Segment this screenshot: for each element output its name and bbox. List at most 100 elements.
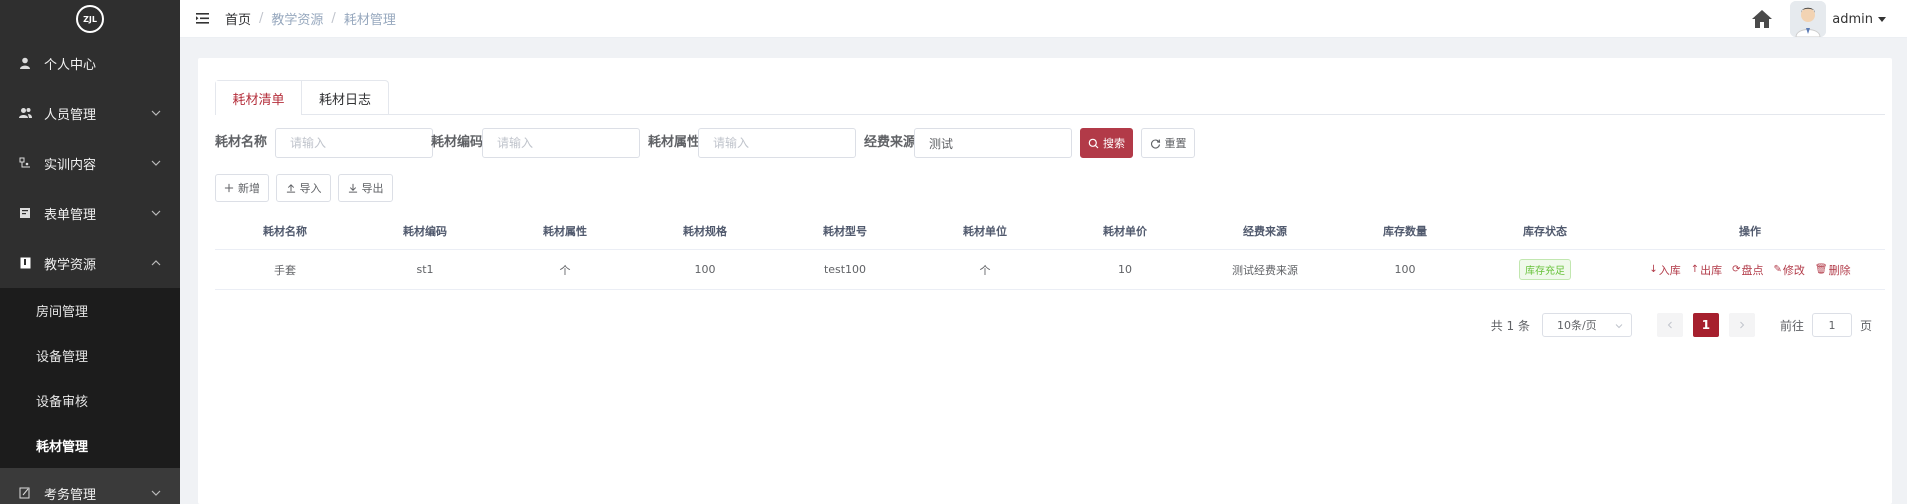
goto-prefix: 前往	[1779, 318, 1804, 333]
training-icon	[18, 156, 32, 170]
cell-name: 手套	[274, 263, 296, 277]
avatar[interactable]	[1790, 1, 1827, 37]
breadcrumb-teaching-resources[interactable]: 教学资源	[271, 9, 323, 28]
prev-page-button[interactable]	[1656, 313, 1683, 337]
chevron-up-icon	[151, 260, 161, 266]
op-label: 修改	[1782, 263, 1805, 277]
cell-spec: 100	[694, 263, 716, 276]
sidebar-item-profile[interactable]: 个人中心	[0, 38, 180, 88]
column-header: 经费来源	[1243, 224, 1287, 238]
chevron-right-icon	[1740, 321, 1745, 329]
delete-link[interactable]: 🗑 删除	[1815, 262, 1851, 278]
edit-icon: ✎	[1773, 264, 1782, 275]
column-header: 耗材型号	[823, 224, 867, 238]
filter-fund-label: 经费来源	[864, 135, 917, 150]
breadcrumb-current: 耗材管理	[343, 13, 396, 28]
edit-link[interactable]: ✎ 修改	[1774, 262, 1805, 278]
page-size-value: 10条/页	[1556, 319, 1597, 332]
table-row: 手套 st1 个 100 test100 个 10 测试经费来源 100 库存充…	[215, 250, 1885, 290]
sidebar-subitem-label: 设备审核	[36, 395, 89, 410]
caret-down-icon[interactable]	[1877, 14, 1887, 24]
goto-suffix: 页	[1859, 318, 1872, 333]
chevron-down-icon	[151, 110, 161, 116]
form-icon	[18, 206, 32, 220]
op-label: 盘点	[1741, 263, 1764, 277]
reset-button[interactable]: 重置	[1141, 128, 1195, 158]
page-number-current[interactable]: 1	[1692, 313, 1719, 337]
add-button[interactable]: 新增	[215, 174, 269, 202]
search-button[interactable]: 搜索	[1080, 128, 1133, 158]
pagination: 共 1 条 10条/页 1 前往 1 页	[1491, 313, 1872, 337]
import-button-label: 导入	[299, 182, 322, 195]
sidebar-subitem-rooms[interactable]: 房间管理	[0, 288, 180, 333]
import-button[interactable]: 导入	[276, 174, 331, 202]
column-header: 耗材名称	[263, 224, 307, 238]
book-icon	[18, 256, 32, 270]
breadcrumb-separator: /	[331, 11, 336, 26]
filter-attr-label: 耗材属性	[648, 135, 701, 150]
filter-code-input[interactable]	[482, 128, 640, 158]
column-header: 耗材规格	[683, 224, 727, 238]
username[interactable]: admin	[1832, 12, 1873, 27]
column-header: 耗材编码	[403, 224, 447, 238]
submenu-teaching-resources: 房间管理 设备管理 设备审核 耗材管理	[0, 288, 180, 468]
sidebar-subitem-consumables[interactable]: 耗材管理	[0, 423, 180, 468]
op-label: 出库	[1700, 263, 1723, 277]
sidebar-item-label: 表单管理	[44, 207, 97, 223]
tab-consumables-log[interactable]: 耗材日志	[301, 81, 388, 115]
chevron-down-icon	[151, 160, 161, 166]
cell-model: test100	[823, 263, 867, 276]
export-button[interactable]: 导出	[338, 174, 393, 202]
filter-name-input[interactable]	[275, 128, 433, 158]
filter-row: 耗材名称 耗材编码 耗材属性 经费来源 搜索 重置	[215, 128, 1885, 158]
filter-attr-input[interactable]	[698, 128, 856, 158]
main-card: 耗材清单 耗材日志 耗材名称 耗材编码 耗材属性 经费来源 搜索 重置 新增	[198, 58, 1892, 504]
exam-icon	[18, 486, 32, 500]
refresh-icon	[1150, 138, 1160, 148]
column-header: 库存数量	[1383, 224, 1427, 238]
user-icon	[18, 56, 32, 70]
cell-unit: 个	[979, 263, 991, 277]
sidebar-subitem-devices[interactable]: 设备管理	[0, 333, 180, 378]
download-icon	[348, 183, 357, 193]
add-button-label: 新增	[238, 182, 260, 195]
inventory-link[interactable]: ⟳ 盘点	[1732, 262, 1763, 278]
page-size-select[interactable]: 10条/页	[1541, 313, 1632, 337]
cell-stock: 100	[1394, 263, 1416, 276]
upload-icon	[286, 184, 295, 193]
menu-toggle-icon[interactable]	[195, 11, 211, 27]
cell-status: 库存充足	[1475, 250, 1615, 289]
stock-in-link[interactable]: ↓ 入库	[1649, 262, 1680, 278]
breadcrumb-home[interactable]: 首页	[225, 9, 251, 28]
plus-icon	[224, 183, 234, 193]
breadcrumb-separator: /	[259, 11, 264, 26]
goto-page-input[interactable]: 1	[1811, 313, 1852, 337]
sidebar: ZJL 个人中心 人员管理 实训内容 表单管理 教学资源 房间管理 设备管理 设…	[0, 0, 180, 504]
next-page-button[interactable]	[1728, 313, 1755, 337]
search-button-label: 搜索	[1103, 137, 1125, 150]
cell-attr: 个	[559, 263, 571, 277]
sidebar-item-label: 实训内容	[44, 157, 97, 173]
reset-button-label: 重置	[1164, 137, 1187, 150]
sidebar-subitem-label: 耗材管理	[36, 440, 89, 455]
tabs: 耗材清单 耗材日志	[215, 80, 1885, 116]
sidebar-item-label: 人员管理	[44, 107, 97, 123]
sidebar-subitem-device-review[interactable]: 设备审核	[0, 378, 180, 423]
search-icon	[1088, 138, 1099, 148]
tab-consumables-list[interactable]: 耗材清单	[216, 81, 301, 116]
filter-fund-input[interactable]	[914, 128, 1072, 158]
home-icon[interactable]	[1750, 7, 1774, 31]
arrow-down-icon: ↓	[1649, 264, 1658, 275]
sidebar-item-teaching-resources[interactable]: 教学资源	[0, 238, 180, 288]
breadcrumb: 首页 / 教学资源 / 耗材管理	[225, 9, 396, 28]
sidebar-item-label: 考务管理	[44, 487, 97, 503]
pagination-total: 共 1 条	[1490, 318, 1530, 333]
sidebar-item-training[interactable]: 实训内容	[0, 138, 180, 188]
sidebar-item-forms[interactable]: 表单管理	[0, 188, 180, 238]
column-header: 耗材单价	[1103, 224, 1147, 238]
filter-code-label: 耗材编码	[431, 135, 484, 150]
sidebar-item-personnel[interactable]: 人员管理	[0, 88, 180, 138]
logo-mark: ZJL	[76, 5, 104, 33]
sidebar-item-exams[interactable]: 考务管理	[0, 468, 180, 504]
stock-out-link[interactable]: ↑ 出库	[1691, 262, 1722, 278]
